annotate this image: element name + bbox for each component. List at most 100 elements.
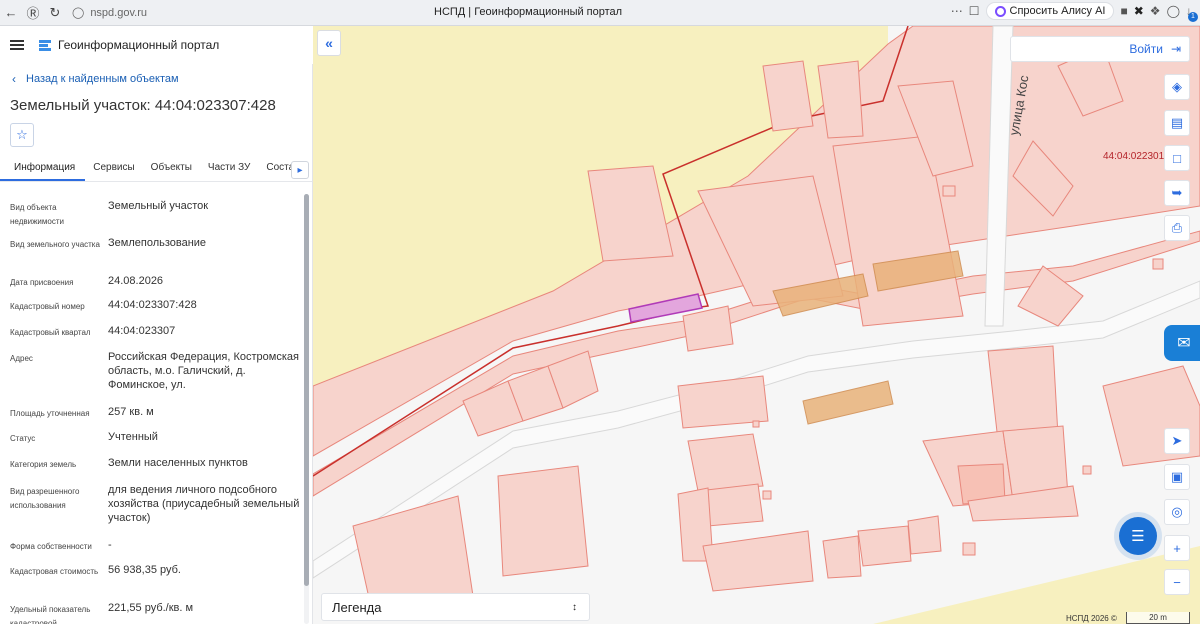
- zoom-in-button[interactable]: +: [1164, 535, 1190, 561]
- browser-toolbar: ← Ⓡ ↻ ◯ nspd.gov.ru НСПД | Геоинформацио…: [0, 0, 1200, 26]
- property-label: Вид разрешенного использования: [10, 487, 80, 510]
- property-value: -: [108, 539, 112, 551]
- property-row-cadastral-number: Кадастровый номер 44:04:023307:428: [10, 298, 300, 314]
- measure-button[interactable]: ▤: [1164, 110, 1190, 136]
- property-value: 44:04:023307: [108, 325, 176, 337]
- ask-alice-button[interactable]: Спросить Алису AI: [985, 2, 1115, 20]
- parcel[interactable]: [762, 490, 772, 500]
- property-value: Земельный участок: [108, 200, 209, 212]
- share-button[interactable]: ➥: [1164, 180, 1190, 206]
- download-icon[interactable]: ↓ 1: [1186, 4, 1198, 22]
- layers-icon: ◈: [1172, 79, 1182, 94]
- property-row-land-category: Категория земель Земли населенных пункто…: [10, 456, 300, 472]
- info-tabs: Информация Сервисы Объекты Части ЗУ Сост…: [0, 158, 312, 182]
- bookmark-icon[interactable]: ☐: [969, 4, 980, 18]
- tab-objects[interactable]: Объекты: [143, 158, 200, 181]
- zoom-out-button[interactable]: −: [1164, 569, 1190, 595]
- property-label: Вид земельного участка: [10, 240, 100, 249]
- app-header: Геоинформационный портал: [0, 26, 313, 64]
- parcel[interactable]: [497, 465, 589, 577]
- property-label: Категория земель: [10, 460, 77, 469]
- back-arrow-icon[interactable]: ←: [0, 2, 22, 24]
- parcel[interactable]: [677, 375, 769, 429]
- property-value: Российская Федерация, Костромская област…: [108, 351, 299, 391]
- menu-icon[interactable]: [10, 40, 24, 50]
- parcel[interactable]: [702, 530, 814, 592]
- address-bar[interactable]: ◯ nspd.gov.ru: [72, 6, 147, 20]
- object-info-panel: ‹ Назад к найденным объектам Земельный у…: [0, 64, 313, 624]
- parcel[interactable]: [907, 515, 942, 555]
- tabs-next-button[interactable]: ▸: [291, 161, 309, 179]
- ruler-icon: ▤: [1170, 115, 1184, 130]
- feedback-widget[interactable]: ✉: [1164, 325, 1200, 361]
- extension-2-icon[interactable]: ✖: [1134, 4, 1144, 18]
- select-area-icon: □: [1173, 150, 1181, 166]
- tab-parts[interactable]: Части ЗУ: [200, 158, 258, 181]
- property-value: Землепользование: [108, 237, 207, 249]
- share-icon: ➥: [1171, 185, 1183, 200]
- tab-services[interactable]: Сервисы: [85, 158, 142, 181]
- parcel[interactable]: [1152, 258, 1164, 270]
- building[interactable]: [802, 380, 894, 425]
- parcel[interactable]: [752, 420, 760, 428]
- parcel[interactable]: [822, 535, 862, 579]
- reload-icon[interactable]: ↻: [44, 2, 66, 24]
- property-row-status: Статус Учтенный: [10, 430, 300, 446]
- legend-dropdown[interactable]: Легенда ↕: [321, 593, 590, 621]
- chat-button[interactable]: ☰: [1119, 517, 1157, 555]
- collapse-panel-button[interactable]: «: [317, 30, 341, 56]
- login-button[interactable]: Войти ⇥: [1010, 36, 1190, 62]
- parcel[interactable]: [942, 185, 956, 197]
- parcel[interactable]: [1082, 465, 1092, 475]
- star-icon: ☆: [16, 127, 28, 142]
- parcel[interactable]: [857, 525, 912, 567]
- property-value: 24.08.2026: [108, 275, 164, 287]
- parcel[interactable]: [962, 542, 976, 556]
- property-row-ownership: Форма собственности -: [10, 538, 300, 554]
- layers-button[interactable]: ◈: [1164, 74, 1190, 100]
- parcel[interactable]: [987, 345, 1059, 442]
- puzzle-icon[interactable]: ❖: [1150, 4, 1161, 18]
- yandex-icon[interactable]: Ⓡ: [22, 2, 44, 24]
- property-label: Кадастровый квартал: [10, 328, 91, 337]
- more-icon[interactable]: ⋯: [951, 4, 963, 18]
- property-value: 221,55 руб./кв. м: [108, 602, 194, 614]
- minimap-icon: ▣: [1170, 469, 1184, 484]
- portal-logo-icon: [39, 40, 51, 51]
- map-canvas[interactable]: улица Кос: [313, 26, 1200, 624]
- property-value: 257 кв. м: [108, 406, 154, 418]
- location-arrow-icon: ➤: [1171, 433, 1183, 448]
- property-row-parcel-type: Вид земельного участка Землепользование: [10, 236, 300, 252]
- parcel[interactable]: [682, 305, 734, 352]
- scrollbar-thumb[interactable]: [304, 194, 309, 586]
- alice-icon: [994, 5, 1006, 17]
- print-button[interactable]: ⎙: [1164, 215, 1190, 241]
- property-row-assign-date: Дата присвоения 24.08.2026: [10, 274, 300, 290]
- property-label: Площадь уточненная: [10, 409, 90, 418]
- cadastral-quarter-label: 44:04:022301: [1103, 151, 1165, 162]
- geo-search-button[interactable]: ◎: [1164, 499, 1190, 525]
- property-value: 56 938,35 руб.: [108, 564, 181, 576]
- parcel[interactable]: [687, 433, 764, 492]
- shield-ext-icon[interactable]: ◯: [1167, 4, 1180, 18]
- panel-scrollbar[interactable]: [304, 194, 309, 624]
- property-label: Удельный показатель кадастровой: [10, 605, 91, 624]
- select-area-button[interactable]: □: [1164, 145, 1190, 171]
- download-badge: 1: [1188, 12, 1198, 22]
- chevron-right-icon: ▸: [297, 164, 303, 176]
- minimap-button[interactable]: ▣: [1164, 464, 1190, 490]
- chat-bubble-icon: ✉: [1177, 335, 1191, 352]
- locate-button[interactable]: ➤: [1164, 428, 1190, 454]
- property-label: Форма собственности: [10, 542, 92, 551]
- minus-icon: −: [1173, 574, 1181, 590]
- property-row-cadastral-value: Кадастровая стоимость 56 938,35 руб.: [10, 563, 300, 579]
- back-to-results-link[interactable]: ‹ Назад к найденным объектам: [12, 72, 179, 86]
- login-icon: ⇥: [1170, 42, 1181, 56]
- favorite-button[interactable]: ☆: [10, 123, 34, 147]
- extension-icon[interactable]: ■: [1120, 4, 1127, 18]
- property-row-unit-value: Удельный показатель кадастровой 221,55 р…: [10, 601, 300, 624]
- lock-icon: ◯: [72, 7, 85, 19]
- chevron-left-icon: ‹: [12, 72, 16, 86]
- tab-information[interactable]: Информация: [0, 158, 86, 181]
- chat-icon: ☰: [1131, 528, 1145, 545]
